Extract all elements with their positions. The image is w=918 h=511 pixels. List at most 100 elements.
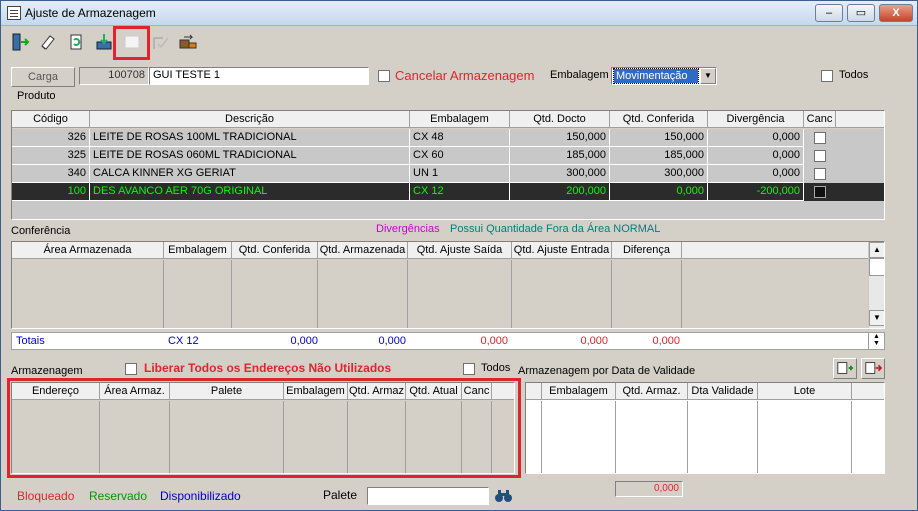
totais-entrada: 0,000 [580, 335, 608, 347]
column-header[interactable]: Divergência [708, 111, 804, 128]
table-cell: 0,000 [708, 165, 804, 183]
minimize-button[interactable]: ‒ [815, 4, 843, 22]
remove-row-icon [865, 362, 883, 374]
canc-checkbox[interactable] [814, 150, 826, 162]
binoculars-search-button[interactable] [493, 487, 515, 505]
exit-icon [12, 33, 30, 51]
maximize-button[interactable]: ▭ [847, 4, 875, 22]
add-validade-button[interactable] [833, 358, 857, 379]
embalagem-select[interactable]: Movimentação ▼ [611, 67, 717, 85]
table-cell: CX 48 [410, 129, 510, 147]
column-divider [757, 401, 758, 473]
canc-checkbox[interactable] [814, 132, 826, 144]
empty-row[interactable] [12, 201, 884, 219]
table-row[interactable]: 326 LEITE DE ROSAS 100ML TRADICIONAL CX 48… [12, 129, 884, 147]
table-cell: 100 [12, 183, 90, 201]
legend-disponibilizado: Disponibilizado [160, 489, 241, 503]
eraser-icon [41, 35, 55, 50]
validade-grid[interactable]: Embalagem Qtd. Armaz. Dta Validade Lote [525, 382, 885, 474]
canc-checkbox[interactable] [814, 168, 826, 180]
column-divider [611, 260, 612, 328]
table-cell: 0,000 [708, 129, 804, 147]
validade-grid-header: Embalagem Qtd. Armaz. Dta Validade Lote [526, 383, 884, 400]
conferencia-grid-header: Área Armazenada Embalagem Qtd. Conferida Qt… [12, 242, 868, 259]
cancelar-checkbox[interactable] [378, 70, 390, 82]
column-header[interactable]: Qtd. Conferida [610, 111, 708, 128]
column-divider [615, 401, 616, 473]
conferencia-scrollbar[interactable]: ▲ ▼ [868, 242, 884, 328]
check-icon [153, 37, 169, 49]
transfer-button[interactable] [175, 29, 201, 55]
produto-grid[interactable]: Código Descrição Embalagem Qtd. Docto Qtd. C… [11, 110, 885, 220]
column-header[interactable]: Dta Validade [688, 383, 758, 400]
table-cell: LEITE DE ROSAS 100ML TRADICIONAL [90, 129, 410, 147]
table-row[interactable]: 100 DES AVANCO AER 70G ORIGINAL CX 12 200,0… [12, 183, 884, 201]
totais-embalagem: CX 12 [168, 335, 199, 347]
check-button[interactable] [147, 29, 173, 55]
column-header[interactable]: Área Armazenada [12, 242, 164, 259]
add-row-icon [837, 362, 854, 374]
table-cell: 0,000 [708, 147, 804, 165]
row-indicator-header [526, 383, 542, 400]
column-header[interactable]: Lote [758, 383, 852, 400]
table-cell: CALCA KINNER XG GERIAT [90, 165, 410, 183]
totais-armazenada: 0,000 [378, 335, 406, 347]
table-cell: 185,000 [610, 147, 708, 165]
column-divider [511, 260, 512, 328]
column-header[interactable]: Código [12, 111, 90, 128]
highlight-box-toolbar [113, 26, 150, 60]
table-cell: 150,000 [510, 129, 610, 147]
column-header[interactable]: Embalagem [542, 383, 616, 400]
todos-armazenagem-label: Todos [481, 362, 511, 374]
column-header[interactable]: Diferença [612, 242, 682, 259]
column-header[interactable]: Qtd. Conferida [232, 242, 318, 259]
table-cell: UN 1 [410, 165, 510, 183]
eraser-button[interactable] [35, 29, 61, 55]
totais-label: Totais [16, 335, 45, 347]
column-header[interactable]: Qtd. Armaz. [616, 383, 688, 400]
totais-spinner[interactable]: ▲ ▼ [868, 333, 884, 349]
totais-conferida: 0,000 [290, 335, 318, 347]
column-header[interactable]: Qtd. Ajuste Entrada [512, 242, 612, 259]
liberar-checkbox[interactable] [125, 363, 137, 375]
palete-input[interactable] [367, 487, 489, 505]
chevron-down-icon[interactable]: ▼ [700, 68, 716, 84]
column-divider [687, 401, 688, 473]
table-cell: 150,000 [610, 129, 708, 147]
exit-button[interactable] [7, 29, 33, 55]
column-header[interactable]: Qtd. Armazenada [318, 242, 408, 259]
scroll-down-icon[interactable]: ▼ [869, 310, 884, 326]
carga-button[interactable]: Carga [11, 67, 75, 87]
table-row[interactable]: 325 LEITE DE ROSAS 060ML TRADICIONAL CX 60… [12, 147, 884, 165]
transfer-icon [179, 34, 197, 49]
todos-armazenagem-checkbox[interactable] [463, 363, 475, 375]
scroll-up-icon[interactable]: ▲ [869, 242, 884, 258]
column-divider [163, 260, 164, 328]
column-header[interactable]: Embalagem [410, 111, 510, 128]
column-header[interactable]: Canc [804, 111, 836, 128]
column-header[interactable]: Embalagem [164, 242, 232, 259]
legend-bloqueado: Bloqueado [17, 489, 75, 503]
table-cell: 300,000 [610, 165, 708, 183]
column-header[interactable]: Descrição [90, 111, 410, 128]
table-cell: LEITE DE ROSAS 060ML TRADICIONAL [90, 147, 410, 165]
column-header[interactable]: Qtd. Ajuste Saída [408, 242, 512, 259]
table-cell: 325 [12, 147, 90, 165]
canc-checkbox[interactable] [814, 186, 826, 198]
remove-validade-button[interactable] [861, 358, 885, 379]
totais-saida: 0,000 [480, 335, 508, 347]
title-bar: Ajuste de Armazenagem ‒ ▭ X [1, 1, 917, 26]
carga-name-field[interactable]: GUI TESTE 1 [149, 67, 369, 85]
column-divider [317, 260, 318, 328]
table-cell: -200,000 [708, 183, 804, 201]
conferencia-grid[interactable]: Área Armazenada Embalagem Qtd. Conferida Qt… [11, 241, 885, 329]
totais-diferenca: 0,000 [652, 335, 680, 347]
scroll-thumb[interactable] [869, 258, 884, 276]
column-header[interactable]: Qtd. Docto [510, 111, 610, 128]
refresh-button[interactable] [63, 29, 89, 55]
close-button[interactable]: X [879, 4, 913, 22]
table-cell: 185,000 [510, 147, 610, 165]
table-cell: CX 60 [410, 147, 510, 165]
table-row[interactable]: 340 CALCA KINNER XG GERIAT UN 1 300,000 300,… [12, 165, 884, 183]
todos-checkbox[interactable] [821, 70, 833, 82]
